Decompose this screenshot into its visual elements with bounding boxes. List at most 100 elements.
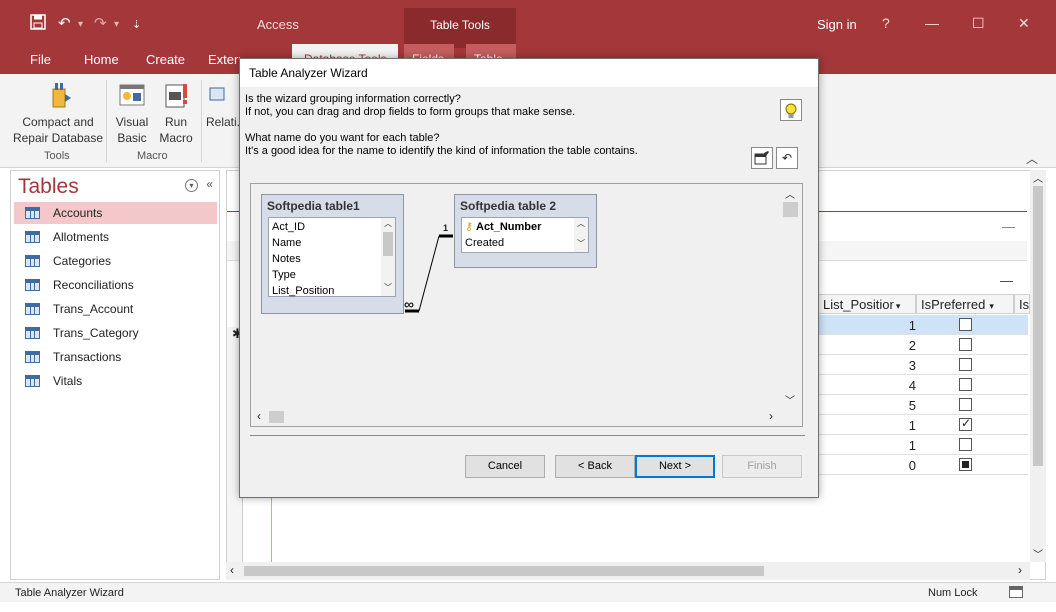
run-macro-button[interactable]: Run Macro [156, 80, 196, 146]
minimize-table-icon[interactable]: — [1000, 273, 1013, 288]
collapse-ribbon-icon[interactable]: ︿ [1026, 150, 1038, 167]
undo-wizard-icon[interactable]: ↶ [776, 147, 798, 169]
cancel-button[interactable]: Cancel [465, 455, 545, 478]
back-button[interactable]: < Back [555, 455, 635, 478]
is-preferred-checkbox[interactable] [959, 398, 972, 411]
undo-dropdown-icon[interactable]: ▾ [78, 19, 83, 30]
restore-icon[interactable]: ☐ [972, 15, 985, 32]
relationship-many-label: ∞ [404, 296, 414, 312]
list-position-cell[interactable]: 1 [818, 318, 916, 333]
list-position-cell[interactable]: 0 [818, 458, 916, 473]
redo-dropdown-icon[interactable]: ▾ [114, 19, 119, 30]
horizontal-scrollbar[interactable]: ‹ › [226, 562, 1030, 580]
table-row[interactable]: 5 [818, 395, 1028, 415]
design-vscroll[interactable]: ︿ ﹀ [781, 184, 802, 410]
scroll-left-icon[interactable]: ‹ [230, 563, 234, 577]
table-row[interactable]: 0 [818, 455, 1028, 475]
nav-item-reconciliations[interactable]: Reconciliations [14, 274, 217, 296]
nav-menu-icon[interactable]: ▾ [184, 179, 198, 192]
next-button[interactable]: Next > [635, 455, 715, 478]
column-header-is[interactable]: Is [1014, 294, 1030, 314]
vertical-scrollbar[interactable]: ︿ ﹀ [1030, 170, 1046, 562]
relationships-button[interactable]: Relati... [206, 80, 240, 130]
save-icon[interactable] [30, 14, 46, 34]
nav-item-allotments[interactable]: Allotments [14, 226, 217, 248]
tab-home[interactable]: Home [84, 52, 119, 67]
minimize-document-icon[interactable]: — [1002, 219, 1015, 234]
scroll-up-icon[interactable]: ︿ [1033, 170, 1043, 185]
scroll-right-icon[interactable]: › [769, 409, 773, 423]
list-position-cell[interactable]: 1 [818, 438, 916, 453]
sign-in-link[interactable]: Sign in [817, 17, 857, 32]
list-position-cell[interactable]: 3 [818, 358, 916, 373]
nav-item-categories[interactable]: Categories [14, 250, 217, 272]
num-lock-indicator: Num Lock [928, 587, 978, 599]
table-row[interactable]: 1 [818, 435, 1028, 455]
scroll-right-icon[interactable]: › [1018, 563, 1022, 577]
field-list-scrollbar[interactable]: ︿ ﹀ [381, 218, 395, 296]
table-row[interactable]: 1 [818, 315, 1028, 335]
list-position-cell[interactable]: 1 [818, 418, 916, 433]
table-row[interactable]: 1 [818, 415, 1028, 435]
nav-item-trans-account[interactable]: Trans_Account [14, 298, 217, 320]
scroll-down-icon[interactable]: ﹀ [1033, 546, 1043, 561]
customize-qat-icon[interactable]: ⇣ [132, 18, 141, 31]
nav-item-vitals[interactable]: Vitals [14, 370, 217, 392]
scroll-thumb[interactable] [269, 411, 284, 423]
scroll-thumb[interactable] [244, 566, 764, 576]
scroll-thumb[interactable] [1033, 186, 1043, 466]
scroll-thumb[interactable] [783, 202, 798, 217]
table-icon [25, 231, 40, 243]
sort-dropdown-icon[interactable]: ▾ [896, 301, 901, 311]
is-preferred-checkbox[interactable] [959, 458, 972, 471]
close-icon[interactable]: ✕ [1018, 15, 1030, 32]
field-item[interactable]: Type [272, 269, 296, 281]
tab-create[interactable]: Create [146, 52, 185, 67]
field-list-scrollbar[interactable]: ︿ ﹀ [574, 218, 588, 252]
minimize-icon[interactable]: — [925, 15, 939, 31]
list-position-cell[interactable]: 4 [818, 378, 916, 393]
field-list-softpedia-table-2[interactable]: Softpedia table 2 ⚷ Act_Number Created ︿… [454, 194, 597, 268]
finish-button[interactable]: Finish [722, 455, 802, 478]
field-item[interactable]: Act_ID [272, 221, 305, 233]
table-row[interactable]: 4 [818, 375, 1028, 395]
field-list-softpedia-table1[interactable]: Softpedia table1 Act_ID Name Notes Type … [261, 194, 404, 314]
redo-icon[interactable]: ↷ [94, 14, 107, 32]
field-item[interactable]: Notes [272, 253, 301, 265]
scroll-left-icon[interactable]: ‹ [257, 409, 261, 423]
nav-item-trans-category[interactable]: Trans_Category [14, 322, 217, 344]
is-preferred-checkbox[interactable] [959, 338, 972, 351]
is-preferred-checkbox[interactable] [959, 416, 972, 431]
design-hscroll[interactable]: ‹ › [251, 408, 781, 426]
is-preferred-checkbox[interactable] [959, 378, 972, 391]
nav-item-transactions[interactable]: Transactions [14, 346, 217, 368]
scroll-down-icon[interactable]: ﹀ [785, 392, 795, 407]
field-item[interactable]: Act_Number [476, 221, 541, 233]
tab-external-data[interactable]: External Data [208, 52, 240, 67]
field-item[interactable]: List_Position [272, 285, 334, 297]
is-preferred-checkbox[interactable] [959, 358, 972, 371]
rename-table-icon[interactable] [751, 147, 773, 169]
table-row[interactable]: 3 [818, 355, 1028, 375]
visual-basic-button[interactable]: Visual Basic [112, 80, 152, 146]
field-item[interactable]: Created [465, 237, 504, 249]
table-row[interactable]: 2 [818, 335, 1028, 355]
compact-repair-button[interactable]: Compact and Repair Database [12, 80, 104, 146]
is-preferred-checkbox[interactable] [959, 318, 972, 331]
scroll-up-icon[interactable]: ︿ [785, 186, 795, 201]
tips-lightbulb-icon[interactable] [780, 99, 802, 121]
list-position-cell[interactable]: 5 [818, 398, 916, 413]
nav-item-accounts[interactable]: Accounts [14, 202, 217, 224]
column-header-is-preferred[interactable]: IsPreferred ▾ [916, 294, 1014, 314]
list-position-cell[interactable]: 2 [818, 338, 916, 353]
help-icon[interactable]: ? [882, 15, 890, 31]
field-item[interactable]: Name [272, 237, 301, 249]
shutter-bar-icon[interactable]: « [206, 177, 213, 191]
is-preferred-checkbox[interactable] [959, 438, 972, 451]
column-header-label: IsPreferred [921, 297, 986, 312]
column-header-list-position[interactable]: List_Positior ▾ [818, 294, 916, 314]
tab-file[interactable]: File [30, 52, 51, 67]
datasheet-view-icon[interactable] [1009, 586, 1023, 598]
sort-dropdown-icon[interactable]: ▾ [989, 301, 994, 311]
undo-icon[interactable]: ↶ [58, 14, 71, 32]
